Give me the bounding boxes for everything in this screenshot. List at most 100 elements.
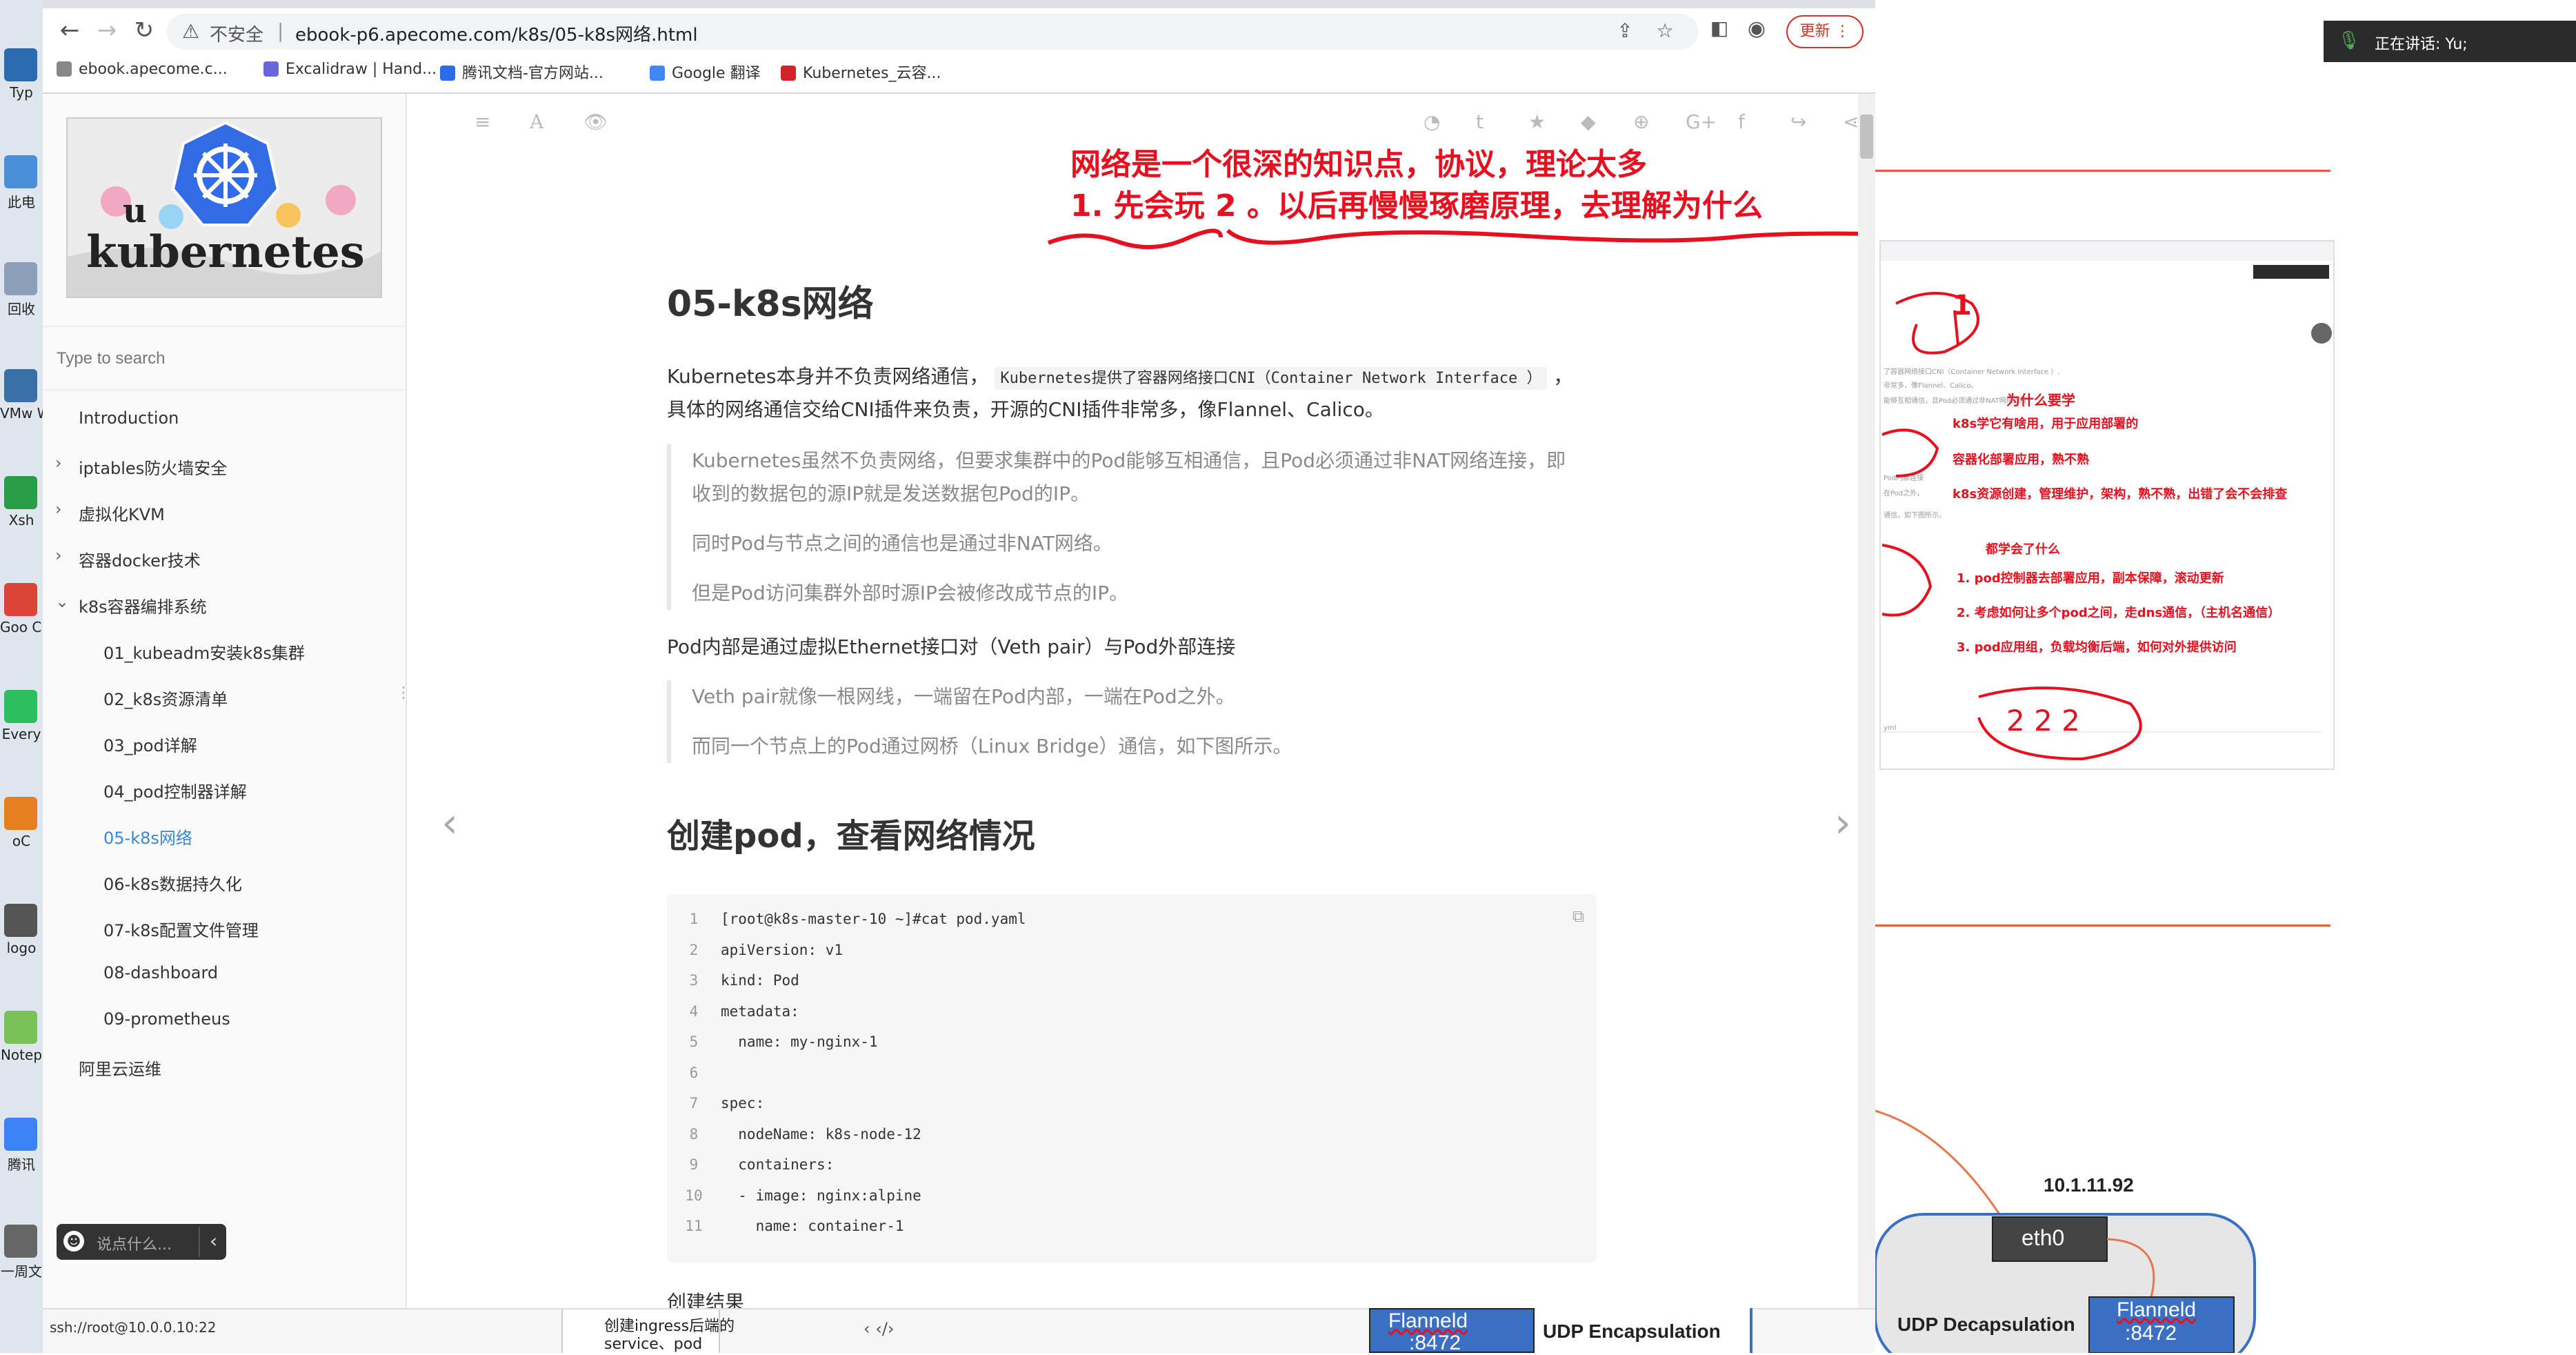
code-line: 7 spec: (667, 1095, 765, 1125)
search-input[interactable] (57, 342, 388, 375)
desktop-app-icon[interactable] (4, 155, 37, 188)
line-number: 4 (689, 1002, 699, 1020)
share-tool-icon[interactable]: ⊕ (1633, 110, 1649, 133)
vertical-scrollbar[interactable] (1858, 94, 1875, 1308)
desktop-app-icon[interactable] (4, 1118, 37, 1151)
share-tool-icon[interactable]: G+ (1686, 110, 1717, 133)
nav-arrows[interactable]: ‹ ‹/› (863, 1319, 895, 1338)
sidebar-nav-item[interactable]: iptables防火墙安全 (79, 455, 227, 479)
code-block-pod-yaml: ⧉ 1 [root@k8s-master-10 ~]#cat pod.yaml 2 a… (667, 894, 1597, 1263)
share-tool-icon[interactable]: ◔ (1424, 110, 1440, 133)
share-tool-icon[interactable]: ◆ (1581, 110, 1596, 133)
desktop-app-icon[interactable] (4, 1011, 37, 1044)
bookmark-favicon-icon (263, 61, 279, 77)
share-tool-icon[interactable]: ↪ (1790, 110, 1806, 133)
line-number: 1 (689, 911, 699, 927)
url-text[interactable]: ebook-p6.apecome.com/k8s/05-k8s网络.html (295, 21, 698, 46)
reload-icon[interactable]: ↻ (128, 17, 160, 44)
chevron-icon[interactable]: › (55, 500, 62, 519)
share-icon[interactable]: ⇪ (1611, 19, 1639, 42)
red-scribbles (1881, 292, 2142, 761)
sidebar-nav-item[interactable]: 03_pod详解 (103, 732, 197, 756)
bookmark-item[interactable]: 腾讯文档-官方网站... (440, 61, 603, 83)
desktop-app-icon[interactable] (4, 583, 37, 616)
desktop-app-icon[interactable] (4, 476, 37, 509)
copy-icon[interactable]: ⧉ (1572, 907, 1584, 926)
why-line: k8s学它有啥用，用于应用部署的 (1953, 417, 2139, 431)
sidebar-nav-item[interactable]: 06-k8s数据持久化 (103, 871, 242, 895)
sidebar-nav-item[interactable]: 07-k8s配置文件管理 (103, 917, 259, 941)
sidebar-nav-item[interactable]: k8s容器编排系统 (79, 593, 207, 617)
update-button[interactable]: 更新 ⋮ (1786, 15, 1864, 48)
terminal-tab[interactable]: 创建ingress后端的 service、pod (561, 1309, 735, 1353)
font-settings-icon[interactable]: A (530, 110, 543, 133)
code-line: 10 - image: nginx:alpine (667, 1187, 921, 1218)
scribble-1: 1 (1953, 290, 1972, 322)
share-tool-icon[interactable]: f (1738, 110, 1745, 133)
desktop-app-icon[interactable] (4, 690, 37, 723)
sidebar-nav-item[interactable]: 09-prometheus (103, 1009, 230, 1029)
desktop-app-icon[interactable] (4, 369, 37, 402)
desktop-app-icon[interactable] (4, 262, 37, 295)
bookmark-star-icon[interactable]: ☆ (1651, 19, 1679, 42)
scrollbar-thumb[interactable] (1860, 115, 1873, 159)
browser-window: ← → ↻ ⚠ 不安全 | ebook-p6.apecome.com/k8s/0… (43, 0, 1875, 1353)
forward-icon[interactable]: → (91, 17, 123, 44)
code-text: name: container-1 (721, 1218, 904, 1234)
sidebar-nav-item[interactable]: 04_pod控制器详解 (103, 778, 247, 802)
share-tool-icon[interactable]: t (1476, 110, 1484, 133)
desktop-app-icon[interactable] (4, 797, 37, 830)
share-tool-icon[interactable]: ⋖ (1843, 110, 1859, 133)
blockquote-2: Veth pair就像一根网线，一端留在Pod内部，一端在Pod之外。 而同一个… (667, 680, 1667, 763)
chat-widget[interactable]: ☻ 说点什么... ‹ (57, 1224, 226, 1260)
code-line: 1 [root@k8s-master-10 ~]#cat pod.yaml (667, 911, 1026, 941)
sidebar-nav-item[interactable]: 01_kubeadm安装k8s集群 (103, 640, 305, 664)
logo-wordmark: kubernetes (86, 226, 365, 278)
chevron-icon[interactable]: › (55, 546, 62, 565)
svg-text:u: u (123, 192, 147, 230)
bookmark-item[interactable]: Excalidraw | Hand... (263, 61, 437, 78)
bq2-line: Veth pair就像一根网线，一端留在Pod内部，一端在Pod之外。 (692, 685, 1235, 708)
bookmark-favicon-icon (781, 66, 796, 81)
sidebar-nav-item[interactable]: 05-k8s网络 (103, 824, 192, 849)
share-tool-icon[interactable]: ★ (1528, 110, 1546, 133)
port-label: :8472 (2125, 1322, 2177, 1345)
address-bar[interactable]: ⚠ 不安全 | ebook-p6.apecome.com/k8s/05-k8s网… (167, 14, 1698, 50)
prev-page-icon[interactable]: ‹ (441, 799, 458, 847)
diagram-strip: Flanneld :8472 UDP Encapsulation (1369, 1308, 1753, 1354)
line-number: 3 (689, 972, 699, 989)
book-sidebar: kubernetes u ⋮ Introduction›iptables防火墙安… (43, 94, 411, 1308)
browser-chrome: ← → ↻ ⚠ 不安全 | ebook-p6.apecome.com/k8s/0… (43, 0, 1875, 94)
bookmark-item[interactable]: ebook.apecome.c... (57, 61, 228, 78)
annotation-underline (1047, 228, 1875, 250)
chat-placeholder[interactable]: 说点什么... (97, 1232, 172, 1254)
sidebar-nav-item[interactable]: 阿里云运维 (79, 1056, 161, 1080)
view-icon[interactable]: 👁 (583, 110, 608, 133)
bookmark-item[interactable]: Google 翻译 (650, 61, 761, 83)
chevron-icon[interactable]: ⌄ (55, 592, 69, 611)
back-icon[interactable]: ← (54, 17, 86, 44)
sidebar-nav-item[interactable]: 容器docker技术 (79, 547, 201, 571)
sidebar-nav-item[interactable]: 02_k8s资源清单 (103, 686, 228, 710)
bookmark-label: Google 翻译 (672, 65, 761, 82)
bookmark-label: ebook.apecome.c... (79, 61, 228, 78)
toc-toggle-icon[interactable]: ≡ (475, 110, 490, 133)
collapse-icon[interactable]: ‹ (210, 1229, 217, 1252)
chevron-icon[interactable]: › (55, 453, 62, 473)
sidebar-nav-item[interactable]: 虚拟化KVM (79, 501, 165, 525)
desktop-app-icon[interactable] (4, 904, 37, 937)
insecure-label: 不安全 (210, 25, 264, 46)
microphone-icon: 🎙 (2337, 30, 2361, 51)
chat-icon: ☻ (63, 1231, 84, 1252)
annotation-line-2: 1. 先会玩 2 。以后再慢慢琢磨原理，去理解为什么 (1070, 188, 1763, 224)
profile-icon[interactable]: ◉ (1741, 17, 1773, 41)
desktop-app-icon[interactable] (4, 48, 37, 81)
sidebar-nav-item[interactable]: Introduction (79, 408, 179, 428)
eth0-label: eth0 (2021, 1225, 2065, 1250)
next-page-icon[interactable]: › (1835, 799, 1851, 847)
desktop-app-icon[interactable] (4, 1225, 37, 1258)
bq1-line: 但是Pod访问集群外部时源IP会被修改成节点的IP。 (692, 582, 1129, 604)
sidebar-nav-item[interactable]: 08-dashboard (103, 963, 218, 982)
bookmark-item[interactable]: Kubernetes_云容... (781, 61, 941, 83)
sidepanel-icon[interactable]: ◧ (1704, 17, 1735, 39)
